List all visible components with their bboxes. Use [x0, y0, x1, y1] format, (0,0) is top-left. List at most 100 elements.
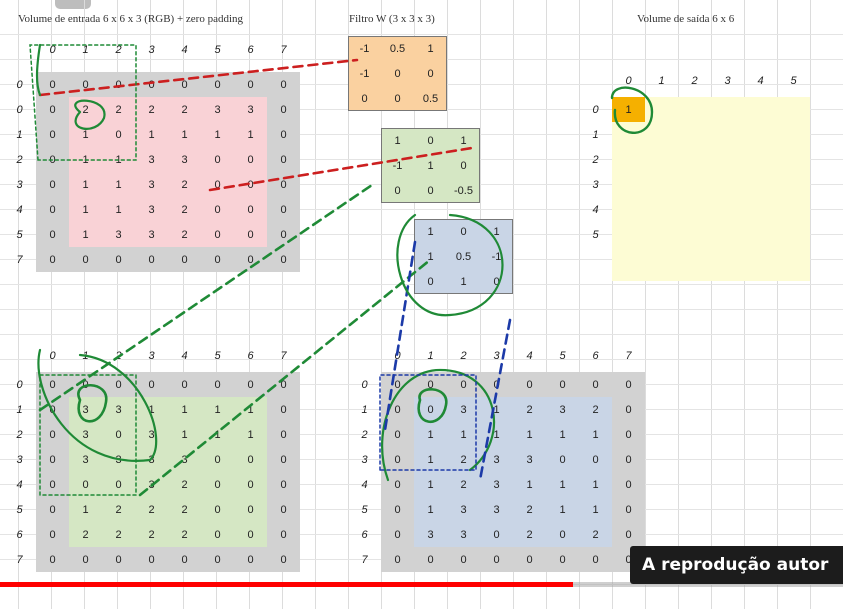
- output-volume-area: [612, 97, 810, 281]
- row-header: 6: [16, 528, 23, 541]
- kernel-cell: 0: [493, 275, 500, 288]
- kernel-cell: -1: [359, 42, 370, 55]
- filter-title: Filtro W (3 x 3 x 3): [349, 13, 435, 25]
- row-header: 0: [16, 103, 23, 116]
- matrix-cell: 1: [414, 447, 447, 472]
- matrix-cell: 0: [381, 547, 414, 572]
- matrix-cell: 3: [168, 147, 201, 172]
- matrix-cell: 2: [69, 97, 102, 122]
- column-header: 5: [790, 74, 797, 87]
- matrix-cell: 0: [36, 422, 69, 447]
- matrix-cell: 0: [234, 197, 267, 222]
- matrix-cell: 0: [102, 122, 135, 147]
- matrix-cell: 0: [36, 472, 69, 497]
- matrix-cell: 0: [267, 72, 300, 97]
- column-header: 6: [247, 349, 254, 362]
- column-header: 2: [115, 349, 122, 362]
- matrix-cell: 0: [579, 547, 612, 572]
- matrix-cell: 0: [579, 447, 612, 472]
- matrix-cell: 0: [513, 372, 546, 397]
- kernel-cell: 1: [427, 225, 434, 238]
- grid-line: [315, 0, 316, 609]
- row-header: 2: [16, 428, 23, 441]
- matrix-cell: 0: [546, 522, 579, 547]
- matrix-cell: 0: [135, 247, 168, 272]
- matrix-cell: 2: [579, 397, 612, 422]
- matrix-cell: 0: [36, 247, 69, 272]
- row-header: 1: [16, 403, 23, 416]
- matrix-cell: 2: [135, 522, 168, 547]
- row-header: 7: [16, 553, 23, 566]
- matrix-cell: 0: [234, 522, 267, 547]
- matrix-cell: 0: [234, 447, 267, 472]
- grid-line: [810, 0, 811, 609]
- matrix-cell: 1: [414, 422, 447, 447]
- column-header: 1: [427, 349, 434, 362]
- matrix-cell: 1: [168, 397, 201, 422]
- matrix-cell: 0: [36, 547, 69, 572]
- matrix-cell: 1: [480, 422, 513, 447]
- matrix-cell: 0: [480, 522, 513, 547]
- column-header: 1: [82, 349, 89, 362]
- column-header: 4: [526, 349, 533, 362]
- kernel-cell: -1: [359, 67, 370, 80]
- column-header: 4: [181, 43, 188, 56]
- matrix-cell: 2: [168, 222, 201, 247]
- row-header: 4: [16, 203, 23, 216]
- matrix-cell: 0: [381, 497, 414, 522]
- matrix-cell: 3: [102, 397, 135, 422]
- matrix-cell: 2: [447, 447, 480, 472]
- row-header: 3: [16, 453, 23, 466]
- matrix-cell: 3: [234, 97, 267, 122]
- matrix-cell: 0: [69, 472, 102, 497]
- column-header: 0: [625, 74, 632, 87]
- copyright-notice-badge: A reprodução autor: [630, 546, 843, 584]
- matrix-cell: 0: [36, 397, 69, 422]
- matrix-cell: 2: [102, 97, 135, 122]
- matrix-cell: 0: [612, 372, 645, 397]
- column-header: 2: [691, 74, 698, 87]
- matrix-cell: 0: [36, 72, 69, 97]
- matrix-cell: 2: [102, 497, 135, 522]
- matrix-cell: 3: [102, 222, 135, 247]
- matrix-cell: 3: [480, 472, 513, 497]
- matrix-cell: 3: [414, 522, 447, 547]
- row-header: 2: [16, 153, 23, 166]
- matrix-cell: 1: [201, 422, 234, 447]
- column-header: 6: [592, 349, 599, 362]
- matrix-cell: 0: [267, 222, 300, 247]
- kernel-cell: 1: [460, 275, 467, 288]
- matrix-cell: 0: [201, 472, 234, 497]
- matrix-cell: 3: [102, 447, 135, 472]
- matrix-cell: 0: [36, 97, 69, 122]
- matrix-cell: 0: [234, 172, 267, 197]
- row-header: 0: [16, 378, 23, 391]
- matrix-cell: 0: [234, 497, 267, 522]
- matrix-cell: 0: [69, 72, 102, 97]
- matrix-cell: 3: [135, 447, 168, 472]
- row-header: 7: [16, 253, 23, 266]
- matrix-cell: 1: [579, 422, 612, 447]
- kernel-cell: 1: [427, 250, 434, 263]
- matrix-cell: 0: [201, 247, 234, 272]
- matrix-cell: 3: [168, 447, 201, 472]
- row-header: 5: [16, 503, 23, 516]
- matrix-cell: 0: [36, 372, 69, 397]
- matrix-cell: 0: [102, 422, 135, 447]
- matrix-cell: 2: [135, 497, 168, 522]
- column-header: 0: [394, 349, 401, 362]
- matrix-cell: 0: [414, 547, 447, 572]
- row-header: 0: [361, 378, 368, 391]
- kernel-cell: 1: [427, 159, 434, 172]
- matrix-cell: 1: [234, 122, 267, 147]
- row-header: 1: [16, 128, 23, 141]
- matrix-cell: 0: [201, 497, 234, 522]
- column-header: 5: [214, 43, 221, 56]
- matrix-cell: 0: [234, 222, 267, 247]
- matrix-cell: 0: [612, 422, 645, 447]
- matrix-cell: 2: [168, 497, 201, 522]
- matrix-cell: 0: [612, 447, 645, 472]
- row-header: 3: [592, 178, 599, 191]
- matrix-cell: 2: [168, 172, 201, 197]
- matrix-cell: 2: [579, 522, 612, 547]
